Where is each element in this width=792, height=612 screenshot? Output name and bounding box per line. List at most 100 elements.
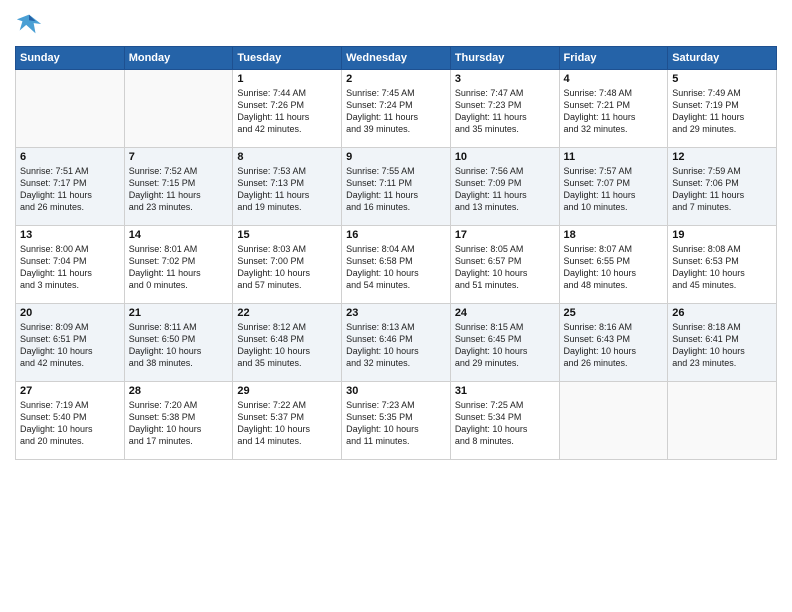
- calendar-cell: 31 Sunrise: 7:25 AM Sunset: 5:34 PM Dayli…: [450, 382, 559, 460]
- day-info: Sunrise: 8:05 AM Sunset: 6:57 PM Dayligh…: [455, 243, 555, 292]
- calendar-cell: 15 Sunrise: 8:03 AM Sunset: 7:00 PM Dayli…: [233, 226, 342, 304]
- day-number: 30: [346, 385, 446, 397]
- weekday-header-monday: Monday: [124, 47, 233, 70]
- weekday-header-thursday: Thursday: [450, 47, 559, 70]
- week-row-5: 27 Sunrise: 7:19 AM Sunset: 5:40 PM Dayli…: [16, 382, 777, 460]
- day-number: 27: [20, 385, 120, 397]
- day-info: Sunrise: 7:20 AM Sunset: 5:38 PM Dayligh…: [129, 399, 229, 448]
- day-info: Sunrise: 8:11 AM Sunset: 6:50 PM Dayligh…: [129, 321, 229, 370]
- day-info: Sunrise: 7:52 AM Sunset: 7:15 PM Dayligh…: [129, 165, 229, 214]
- calendar-cell: 16 Sunrise: 8:04 AM Sunset: 6:58 PM Dayli…: [342, 226, 451, 304]
- calendar-cell: 19 Sunrise: 8:08 AM Sunset: 6:53 PM Dayli…: [668, 226, 777, 304]
- day-info: Sunrise: 7:23 AM Sunset: 5:35 PM Dayligh…: [346, 399, 446, 448]
- day-number: 11: [564, 151, 664, 163]
- day-info: Sunrise: 7:45 AM Sunset: 7:24 PM Dayligh…: [346, 87, 446, 136]
- day-info: Sunrise: 8:16 AM Sunset: 6:43 PM Dayligh…: [564, 321, 664, 370]
- calendar-cell: 22 Sunrise: 8:12 AM Sunset: 6:48 PM Dayli…: [233, 304, 342, 382]
- page: SundayMondayTuesdayWednesdayThursdayFrid…: [0, 0, 792, 612]
- day-number: 18: [564, 229, 664, 241]
- day-info: Sunrise: 8:08 AM Sunset: 6:53 PM Dayligh…: [672, 243, 772, 292]
- calendar-cell: 10 Sunrise: 7:56 AM Sunset: 7:09 PM Dayli…: [450, 148, 559, 226]
- calendar-cell: 17Sunrise: 8:05 AM Sunset: 6:57 PM Dayli…: [450, 226, 559, 304]
- day-number: 25: [564, 307, 664, 319]
- calendar-cell: 24 Sunrise: 8:15 AM Sunset: 6:45 PM Dayli…: [450, 304, 559, 382]
- day-info: Sunrise: 8:18 AM Sunset: 6:41 PM Dayligh…: [672, 321, 772, 370]
- calendar-cell: 14Sunrise: 8:01 AM Sunset: 7:02 PM Dayli…: [124, 226, 233, 304]
- logo-icon: [15, 10, 43, 38]
- day-number: 3: [455, 73, 555, 85]
- day-number: 21: [129, 307, 229, 319]
- day-number: 15: [237, 229, 337, 241]
- day-number: 22: [237, 307, 337, 319]
- day-number: 23: [346, 307, 446, 319]
- calendar-cell: 27 Sunrise: 7:19 AM Sunset: 5:40 PM Dayli…: [16, 382, 125, 460]
- day-info: Sunrise: 7:56 AM Sunset: 7:09 PM Dayligh…: [455, 165, 555, 214]
- day-info: Sunrise: 8:13 AM Sunset: 6:46 PM Dayligh…: [346, 321, 446, 370]
- day-number: 31: [455, 385, 555, 397]
- day-info: Sunrise: 8:04 AM Sunset: 6:58 PM Dayligh…: [346, 243, 446, 292]
- day-number: 8: [237, 151, 337, 163]
- day-info: Sunrise: 7:25 AM Sunset: 5:34 PM Dayligh…: [455, 399, 555, 448]
- day-info: Sunrise: 8:00 AM Sunset: 7:04 PM Dayligh…: [20, 243, 120, 292]
- calendar-cell: 12Sunrise: 7:59 AM Sunset: 7:06 PM Dayli…: [668, 148, 777, 226]
- day-number: 6: [20, 151, 120, 163]
- calendar-cell: 29 Sunrise: 7:22 AM Sunset: 5:37 PM Dayli…: [233, 382, 342, 460]
- day-info: Sunrise: 7:57 AM Sunset: 7:07 PM Dayligh…: [564, 165, 664, 214]
- day-info: Sunrise: 7:44 AM Sunset: 7:26 PM Dayligh…: [237, 87, 337, 136]
- day-info: Sunrise: 8:15 AM Sunset: 6:45 PM Dayligh…: [455, 321, 555, 370]
- day-number: 24: [455, 307, 555, 319]
- day-info: Sunrise: 8:07 AM Sunset: 6:55 PM Dayligh…: [564, 243, 664, 292]
- weekday-header-saturday: Saturday: [668, 47, 777, 70]
- day-info: Sunrise: 7:55 AM Sunset: 7:11 PM Dayligh…: [346, 165, 446, 214]
- week-row-4: 20 Sunrise: 8:09 AM Sunset: 6:51 PM Dayli…: [16, 304, 777, 382]
- calendar-cell: 23 Sunrise: 8:13 AM Sunset: 6:46 PM Dayli…: [342, 304, 451, 382]
- day-number: 26: [672, 307, 772, 319]
- weekday-header-friday: Friday: [559, 47, 668, 70]
- day-number: 28: [129, 385, 229, 397]
- calendar-table: SundayMondayTuesdayWednesdayThursdayFrid…: [15, 46, 777, 460]
- calendar-cell: 21 Sunrise: 8:11 AM Sunset: 6:50 PM Dayli…: [124, 304, 233, 382]
- day-number: 20: [20, 307, 120, 319]
- day-info: Sunrise: 8:12 AM Sunset: 6:48 PM Dayligh…: [237, 321, 337, 370]
- day-number: 4: [564, 73, 664, 85]
- calendar-cell: 13 Sunrise: 8:00 AM Sunset: 7:04 PM Dayli…: [16, 226, 125, 304]
- week-row-2: 6 Sunrise: 7:51 AM Sunset: 7:17 PM Daylig…: [16, 148, 777, 226]
- day-number: 1: [237, 73, 337, 85]
- calendar-cell: 25 Sunrise: 8:16 AM Sunset: 6:43 PM Dayli…: [559, 304, 668, 382]
- day-info: Sunrise: 7:53 AM Sunset: 7:13 PM Dayligh…: [237, 165, 337, 214]
- calendar-cell: [668, 382, 777, 460]
- day-number: 10: [455, 151, 555, 163]
- day-number: 13: [20, 229, 120, 241]
- calendar-cell: 11 Sunrise: 7:57 AM Sunset: 7:07 PM Dayli…: [559, 148, 668, 226]
- day-number: 5: [672, 73, 772, 85]
- day-info: Sunrise: 7:22 AM Sunset: 5:37 PM Dayligh…: [237, 399, 337, 448]
- day-number: 12: [672, 151, 772, 163]
- calendar-cell: [124, 70, 233, 148]
- weekday-header-sunday: Sunday: [16, 47, 125, 70]
- day-number: 29: [237, 385, 337, 397]
- calendar-cell: 6 Sunrise: 7:51 AM Sunset: 7:17 PM Daylig…: [16, 148, 125, 226]
- weekday-header-tuesday: Tuesday: [233, 47, 342, 70]
- calendar-cell: [559, 382, 668, 460]
- day-info: Sunrise: 7:48 AM Sunset: 7:21 PM Dayligh…: [564, 87, 664, 136]
- day-number: 7: [129, 151, 229, 163]
- calendar-cell: 8 Sunrise: 7:53 AM Sunset: 7:13 PM Daylig…: [233, 148, 342, 226]
- calendar-cell: 1 Sunrise: 7:44 AM Sunset: 7:26 PM Daylig…: [233, 70, 342, 148]
- calendar-cell: 5 Sunrise: 7:49 AM Sunset: 7:19 PM Daylig…: [668, 70, 777, 148]
- weekday-header-wednesday: Wednesday: [342, 47, 451, 70]
- day-info: Sunrise: 8:03 AM Sunset: 7:00 PM Dayligh…: [237, 243, 337, 292]
- calendar-cell: 18 Sunrise: 8:07 AM Sunset: 6:55 PM Dayli…: [559, 226, 668, 304]
- weekday-header-row: SundayMondayTuesdayWednesdayThursdayFrid…: [16, 47, 777, 70]
- day-info: Sunrise: 7:49 AM Sunset: 7:19 PM Dayligh…: [672, 87, 772, 136]
- day-info: Sunrise: 8:01 AM Sunset: 7:02 PM Dayligh…: [129, 243, 229, 292]
- calendar-cell: [16, 70, 125, 148]
- week-row-1: 1 Sunrise: 7:44 AM Sunset: 7:26 PM Daylig…: [16, 70, 777, 148]
- day-info: Sunrise: 7:19 AM Sunset: 5:40 PM Dayligh…: [20, 399, 120, 448]
- day-info: Sunrise: 8:09 AM Sunset: 6:51 PM Dayligh…: [20, 321, 120, 370]
- day-number: 16: [346, 229, 446, 241]
- day-info: Sunrise: 7:51 AM Sunset: 7:17 PM Dayligh…: [20, 165, 120, 214]
- calendar-cell: 3Sunrise: 7:47 AM Sunset: 7:23 PM Daylig…: [450, 70, 559, 148]
- day-number: 19: [672, 229, 772, 241]
- day-number: 2: [346, 73, 446, 85]
- calendar-cell: 2 Sunrise: 7:45 AM Sunset: 7:24 PM Daylig…: [342, 70, 451, 148]
